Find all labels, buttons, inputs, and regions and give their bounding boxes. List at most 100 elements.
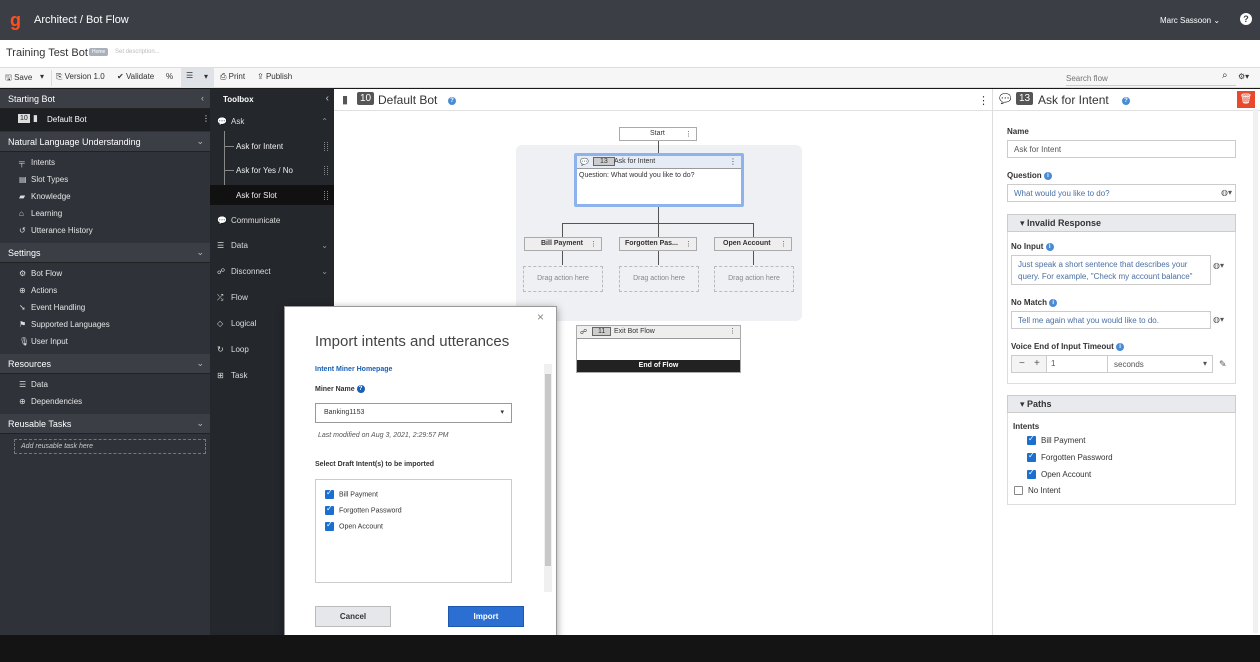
toolbox-ask-for-intent[interactable]: Ask for Intent (236, 142, 283, 151)
scrollbar[interactable] (544, 364, 552, 592)
path-checkbox-open-account[interactable]: Open Account (1027, 468, 1091, 480)
nav-user-input[interactable]: 🎙 User Input (19, 337, 68, 346)
path-open-account[interactable]: Open Account ⋮ (714, 237, 792, 251)
toolbox-communicate[interactable]: 💬 Communicate (217, 216, 280, 225)
checkbox[interactable] (1014, 486, 1023, 496)
nav-bot-flow[interactable]: ⚙ Bot Flow (19, 269, 62, 278)
default-bot-item[interactable]: 10 ▮ Default Bot ⋮ (0, 109, 210, 131)
path-forgotten-password[interactable]: Forgotten Pas... ⋮ (619, 237, 697, 251)
intent-miner-homepage-link[interactable]: Intent Miner Homepage (315, 366, 392, 373)
drop-zone[interactable]: Drag action here (714, 266, 794, 292)
nav-utterance-history[interactable]: ↺ Utterance History (19, 226, 93, 235)
toolbox-disconnect[interactable]: ☍ Disconnect (217, 267, 271, 276)
start-node[interactable]: Start ⋮ (619, 127, 697, 141)
pencil-icon[interactable]: ✎ (1219, 359, 1227, 370)
drag-handle-icon[interactable] (324, 166, 328, 175)
save-dropdown-icon[interactable]: ▾ (40, 72, 44, 81)
checkbox[interactable] (325, 520, 334, 531)
toolbox-task[interactable]: ⊞ Task (217, 371, 247, 380)
save-button[interactable]: 🖫 Save (5, 72, 32, 86)
plus-button[interactable]: + (1034, 358, 1040, 369)
checkbox[interactable] (1027, 434, 1036, 446)
help-icon[interactable]: ? (356, 385, 365, 393)
path-checkbox-no-intent[interactable]: No Intent (1014, 486, 1060, 496)
section-nlu[interactable]: Natural Language Understanding ⌄ (0, 132, 210, 152)
help-icon[interactable]: ? (1240, 13, 1252, 25)
link-icon[interactable]: % (166, 72, 173, 81)
no-match-input[interactable]: Tell me again what you would like to do. (1011, 311, 1211, 329)
timeout-stepper[interactable]: − + 1 (1011, 355, 1107, 373)
nav-event-handling[interactable]: ➘ Event Handling (19, 303, 85, 312)
drag-handle-icon[interactable] (324, 142, 328, 151)
validate-button[interactable]: ✔ Validate (117, 72, 154, 81)
search-icon[interactable]: ⌕ (1222, 70, 1228, 81)
gear-icon[interactable]: ⚙▾ (1238, 72, 1249, 81)
more-icon[interactable]: ⋮ (729, 157, 737, 166)
path-checkbox-forgotten-password[interactable]: Forgotten Password (1027, 451, 1113, 463)
checkbox[interactable] (1027, 468, 1036, 480)
cancel-button[interactable]: Cancel (315, 606, 391, 627)
chevron-left-icon[interactable]: ‹ (326, 93, 329, 104)
nav-intents[interactable]: ╤ Intents (19, 158, 55, 167)
nav-data[interactable]: ☰ Data (19, 380, 48, 389)
ask-for-intent-node[interactable]: 💬 13 Ask for Intent ⋮ Question: What wou… (574, 153, 744, 207)
toolbox-flow[interactable]: ⤮ Flow (217, 293, 248, 303)
no-input-textarea[interactable]: Just speak a short sentence that describ… (1011, 255, 1211, 285)
trash-icon[interactable]: 🗑 (1237, 91, 1255, 108)
help-icon[interactable]: ? (1122, 97, 1130, 105)
nav-knowledge[interactable]: ▰ Knowledge (19, 192, 71, 201)
info-icon[interactable]: i (1043, 171, 1052, 180)
more-icon[interactable]: ⋮ (202, 114, 210, 123)
publish-button[interactable]: ⇪ Publish (257, 72, 292, 81)
nav-supported-languages[interactable]: ⚑ Supported Languages (19, 320, 110, 329)
question-input[interactable]: What would you like to do? ◍▾ (1007, 184, 1236, 202)
exit-bot-flow-node[interactable]: ☍ 11 Exit Bot Flow ⋮ End of Flow (576, 325, 741, 373)
more-icon[interactable]: ⋮ (780, 240, 787, 248)
timeout-unit-select[interactable]: seconds ▾ (1107, 355, 1213, 373)
name-input[interactable]: Ask for Intent (1007, 140, 1236, 158)
more-icon[interactable]: ⋮ (685, 130, 692, 138)
list-view-button[interactable]: ☰ ▾ (181, 68, 214, 87)
toolbox-ask-for-slot[interactable]: Ask for Slot (236, 191, 277, 200)
nav-learning[interactable]: ⌂ Learning (19, 209, 62, 218)
toolbox-loop[interactable]: ↻ Loop (217, 345, 249, 354)
drop-zone[interactable]: Drag action here (523, 266, 603, 292)
timeout-value[interactable]: 1 (1046, 356, 1107, 372)
more-icon[interactable]: ⋮ (729, 327, 736, 335)
nav-slot-types[interactable]: ▤ Slot Types (19, 175, 68, 184)
nav-actions[interactable]: ⊕ Actions (19, 286, 57, 295)
info-icon[interactable]: i (1045, 242, 1054, 251)
section-starting-bot[interactable]: Starting Bot ‹ (0, 89, 210, 109)
nav-dependencies[interactable]: ⊕ Dependencies (19, 397, 82, 406)
more-icon[interactable]: ⋮ (685, 240, 692, 248)
toolbox-ask[interactable]: 💬 Ask (217, 117, 244, 126)
intent-checkbox-forgotten-password[interactable]: Forgotten Password (325, 504, 402, 515)
drop-zone[interactable]: Drag action here (619, 266, 699, 292)
path-bill-payment[interactable]: Bill Payment ⋮ (524, 237, 602, 251)
audio-options-icon[interactable]: ◍▾ (1213, 315, 1224, 324)
minus-button[interactable]: − (1019, 358, 1025, 369)
checkbox[interactable] (1027, 451, 1036, 463)
toolbox-logical[interactable]: ◇ Logical (217, 319, 256, 328)
toolbox-ask-for-yes-no[interactable]: Ask for Yes / No (236, 166, 293, 175)
section-resources[interactable]: Resources ⌄ (0, 354, 210, 374)
print-button[interactable]: ⎙ Print (220, 72, 245, 82)
section-reusable-tasks[interactable]: Reusable Tasks ⌄ (0, 414, 210, 434)
close-icon[interactable]: × (537, 310, 544, 324)
version-button[interactable]: ⎘ Version 1.0 (56, 72, 105, 82)
invalid-response-section[interactable]: ▾ Invalid Response (1007, 214, 1236, 232)
info-icon[interactable]: i (1049, 298, 1058, 307)
section-settings[interactable]: Settings ⌄ (0, 243, 210, 263)
breadcrumb[interactable]: Architect / Bot Flow (34, 14, 129, 26)
search-input[interactable] (1066, 71, 1236, 86)
paths-section[interactable]: ▾ Paths (1007, 395, 1236, 413)
more-icon[interactable]: ⋮ (978, 94, 989, 107)
checkbox[interactable] (325, 504, 334, 515)
audio-options-icon[interactable]: ◍▾ (1221, 188, 1232, 197)
miner-name-select[interactable]: Banking1153 ▾ (315, 403, 512, 423)
genesys-logo-icon[interactable]: g (10, 10, 26, 30)
drag-handle-icon[interactable] (324, 191, 328, 200)
add-reusable-task-dropzone[interactable]: Add reusable task here (14, 439, 206, 454)
intent-checkbox-bill-payment[interactable]: Bill Payment (325, 488, 378, 499)
description-field[interactable]: Set description... (115, 49, 160, 55)
